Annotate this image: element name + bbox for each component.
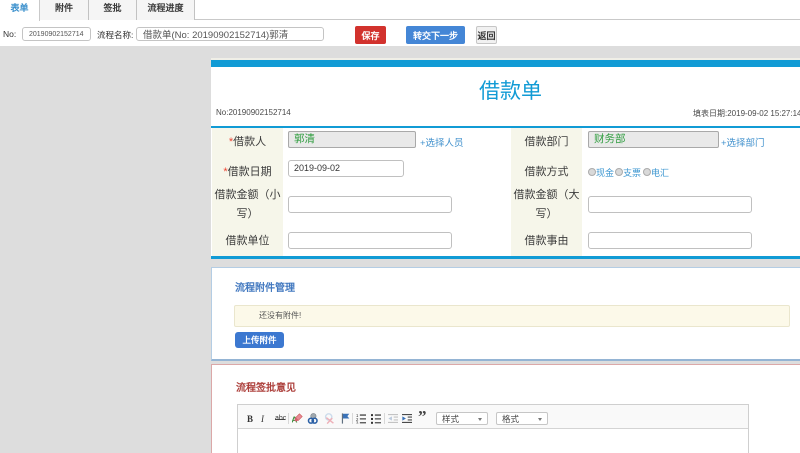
svg-text:3: 3	[356, 421, 359, 424]
